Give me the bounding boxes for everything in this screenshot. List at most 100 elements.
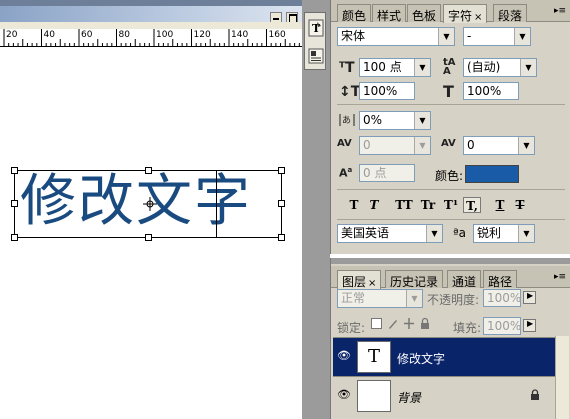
transform-handle-bottom-left[interactable] [11,234,18,241]
fill-field[interactable]: 100% [483,317,521,335]
ruler-label: 80 [118,30,130,40]
lock-image-icon[interactable] [387,317,399,330]
close-icon[interactable]: × [368,278,376,289]
tsume-icon: あ [339,114,355,126]
opacity-field[interactable]: 100% [483,289,521,307]
transform-handle-bottom[interactable] [145,234,152,241]
chevron-right-icon: ▶ [527,291,534,300]
horizontal-scale-icon: T [443,82,454,101]
blend-mode-select[interactable]: 正常 ▼ [337,289,423,308]
titlebar-strip [0,0,302,6]
tsume-value: 0% [363,113,383,127]
strikethrough-button[interactable]: T [511,197,529,213]
baseline-shift-field[interactable]: 0 点 [359,164,415,182]
panel-divider [337,219,565,220]
panel-menu-icon[interactable]: ▸≡ [553,5,567,17]
tracking-value: 0 [467,138,475,152]
eye-icon[interactable]: 👁 [337,389,351,401]
tab-swatches[interactable]: 色板 [407,4,442,23]
layer-name[interactable]: 背景 [397,389,421,406]
transform-handle-bottom-right[interactable] [278,234,285,241]
layers-scrollbar[interactable] [555,336,569,419]
ruler-label: 140 [231,30,249,40]
layer-row-background[interactable]: 👁 背景 [333,376,555,415]
layer-name[interactable]: 修改文字 [397,350,445,367]
close-icon[interactable]: × [474,12,482,23]
faux-bold-button[interactable]: T [345,197,363,213]
antialias-select[interactable]: 锐利 ▼ [473,224,535,243]
font-size-combo[interactable]: 100 点 ▼ [359,58,431,77]
collapsed-panel-well: T [304,12,326,70]
chevron-down-icon: ▼ [406,290,422,307]
layer-thumbnail [357,380,391,412]
tracking-combo[interactable]: 0 ▼ [463,136,535,155]
eye-icon[interactable]: 👁 [337,350,351,362]
small-caps-button[interactable]: Tr [418,197,438,213]
text-tool-icon[interactable]: T [307,19,325,37]
lock-icon [531,389,539,400]
chevron-down-icon: ▼ [518,225,534,242]
crosshair-icon[interactable] [143,197,157,211]
panel-menu-icon[interactable]: ▸≡ [553,271,567,283]
document-window: 20 40 60 80 100 120 140 160 修改文字 [0,0,302,419]
tsume-combo[interactable]: 0% ▼ [359,111,431,130]
lock-all-icon[interactable] [419,317,431,330]
subscript-button[interactable]: T, [463,197,481,213]
layer-thumbnail: T [357,341,391,373]
kerning-icon: AV [337,138,352,149]
lock-position-icon[interactable] [403,317,415,330]
text-layer-bounds[interactable]: 修改文字 [11,167,285,241]
tab-paragraph[interactable]: 段落 [493,4,528,23]
kerning-combo[interactable]: 0 ▼ [359,136,431,155]
antialias-value: 锐利 [477,226,502,240]
font-style-select[interactable]: - ▼ [463,27,531,46]
document-titlebar[interactable] [0,0,302,23]
layers-panel: 图层 × 历史记录 通道 路径 ▸≡ 正常 ▼ 不透明度: 100% ▶ 锁定: … [330,258,570,419]
panel-gap [331,258,570,264]
layer-row-text[interactable]: 👁 T 修改文字 [333,337,555,376]
tab-color[interactable]: 颜色 [337,4,372,23]
opacity-label: 不透明度: [427,293,480,307]
tab-styles[interactable]: 样式 [372,4,407,23]
ruler-gap [0,22,302,29]
tab-channels[interactable]: 通道 [447,270,482,289]
transform-handle-top-right[interactable] [278,167,285,174]
photoshop-workspace: 20 40 60 80 100 120 140 160 修改文字 T 颜色 样式… [0,0,570,419]
ruler-label: 40 [43,30,55,40]
superscript-button[interactable]: T¹ [441,197,461,213]
tab-paths[interactable]: 路径 [483,270,518,289]
horizontal-ruler[interactable]: 20 40 60 80 100 120 140 160 [0,29,302,47]
underline-button[interactable]: T [491,197,509,213]
faux-italic-button[interactable]: T [365,197,383,213]
chevron-down-icon: ▼ [518,137,534,154]
antialias-icon: ªa [453,226,467,240]
font-style-value: - [467,29,472,43]
all-caps-button[interactable]: TT [393,197,415,213]
vertical-scale-field[interactable]: 100% [359,82,415,100]
text-color-swatch[interactable] [465,165,519,183]
transform-handle-top[interactable] [145,167,152,174]
transform-handle-left[interactable] [11,200,18,207]
chevron-down-icon: ▼ [520,59,536,76]
paragraph-tool-icon[interactable] [307,47,325,65]
leading-icon: tA A [443,57,456,77]
tab-character[interactable]: 字符 × [443,4,488,23]
font-family-select[interactable]: 宋体 ▼ [337,27,455,46]
leading-value: (自动) [467,60,501,74]
language-select[interactable]: 美国英语 ▼ [337,224,443,243]
blend-mode-value: 正常 [341,291,366,305]
transform-handle-top-left[interactable] [11,167,18,174]
svg-text:T: T [312,22,321,35]
fill-arrow-button[interactable]: ▶ [523,319,536,332]
transform-handle-right[interactable] [278,200,285,207]
font-size-value: 100 点 [363,60,402,74]
leading-combo[interactable]: (自动) ▼ [463,58,537,77]
svg-text:あ: あ [342,115,351,126]
panel-divider [337,189,565,190]
lock-transparency-icon[interactable] [371,318,382,329]
tab-layers[interactable]: 图层 × [337,270,382,289]
opacity-arrow-button[interactable]: ▶ [523,291,536,304]
horizontal-scale-field[interactable]: 100% [463,82,519,100]
tab-history[interactable]: 历史记录 [385,270,444,289]
baseline-shift-icon: Aa [339,166,353,180]
